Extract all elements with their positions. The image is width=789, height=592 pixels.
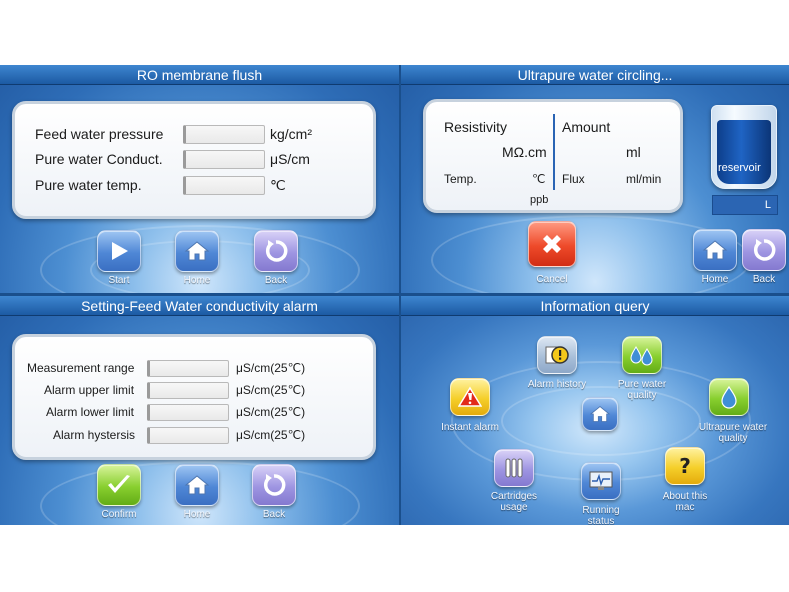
home-button[interactable] <box>175 464 219 506</box>
water-drops-icon <box>630 346 653 366</box>
pure-conduct-label: Pure water Conduct. <box>35 151 163 167</box>
info-query-panel: Information query Alarm history Pure wat… <box>401 296 789 525</box>
temp-label: Temp. <box>444 172 477 186</box>
home-button[interactable] <box>693 229 737 271</box>
home-caption: Home <box>183 509 211 520</box>
panel-title: Setting-Feed Water conductivity alarm <box>0 296 399 316</box>
flux-unit: ml/min <box>626 172 662 186</box>
feed-pressure-field <box>183 125 265 144</box>
back-arrow-icon <box>263 474 286 496</box>
reservoir-level-field: L <box>712 195 778 215</box>
pure-water-quality-button[interactable] <box>622 336 662 374</box>
resistivity-label: Resistivity <box>444 119 508 135</box>
alarm-history-caption: Alarm history <box>527 379 587 390</box>
back-button[interactable] <box>254 230 298 272</box>
ultrapure-water-quality-caption: Ultrapure water quality <box>698 422 768 444</box>
start-button[interactable] <box>97 230 141 272</box>
pure-temp-unit: ℃ <box>270 177 286 193</box>
hysteresis-label: Alarm hystersis <box>53 428 136 442</box>
home-icon <box>702 240 728 260</box>
back-caption: Back <box>752 274 776 285</box>
home-icon <box>184 241 210 261</box>
back-arrow-icon <box>753 239 776 261</box>
measurement-range-unit: μS/cm(25℃) <box>236 361 306 375</box>
upper-limit-field[interactable] <box>147 382 229 399</box>
home-caption: Home <box>183 275 211 286</box>
feed-pressure-label: Feed water pressure <box>35 126 164 142</box>
flux-label: Flux <box>562 172 585 186</box>
measurement-range-field[interactable] <box>147 360 229 377</box>
warning-icon <box>458 386 482 407</box>
circling-panel: Ultrapure water circling... Resistivity … <box>401 65 789 293</box>
running-status-caption: Running status <box>582 505 620 525</box>
back-button[interactable] <box>252 464 296 506</box>
lower-limit-field[interactable] <box>147 404 229 421</box>
alarm-setting-card: Measurement range μS/cm(25℃) Alarm upper… <box>12 334 376 460</box>
play-icon <box>112 242 128 260</box>
ppb-unit: ppb <box>530 194 549 206</box>
lower-limit-label: Alarm lower limit <box>46 405 135 419</box>
amount-unit: ml <box>626 144 641 160</box>
pure-conduct-field <box>183 150 265 169</box>
about-button[interactable]: ? <box>665 447 705 485</box>
panel-title: RO membrane flush <box>0 65 399 85</box>
pure-water-quality-caption: Pure water quality <box>617 379 667 401</box>
start-caption: Start <box>108 275 130 286</box>
close-icon <box>543 235 561 253</box>
alarm-history-button[interactable] <box>537 336 577 374</box>
alarm-history-icon <box>545 346 569 364</box>
home-icon <box>184 475 210 495</box>
reservoir-label: reservoir <box>718 162 761 174</box>
ro-flush-panel: RO membrane flush Feed water pressure kg… <box>0 65 399 293</box>
confirm-button[interactable] <box>97 464 141 506</box>
reservoir-beaker: reservoir <box>711 105 777 189</box>
question-mark-icon: ? <box>679 454 691 478</box>
checkmark-icon <box>108 475 130 493</box>
resistivity-unit: MΩ.cm <box>502 144 547 160</box>
readout-card: Resistivity MΩ.cm Temp. ℃ ppb Amount ml … <box>423 99 683 213</box>
back-caption: Back <box>264 275 288 286</box>
cartridges-icon <box>505 458 523 478</box>
cancel-caption: Cancel <box>536 274 568 285</box>
svg-text:?: ? <box>679 454 691 478</box>
amount-label: Amount <box>562 119 611 135</box>
feed-pressure-unit: kg/cm² <box>270 126 312 142</box>
column-divider <box>553 114 555 190</box>
about-caption: About this mac <box>662 491 708 513</box>
panel-title: Information query <box>401 296 789 316</box>
pure-conduct-unit: μS/cm <box>270 151 310 167</box>
parameter-card: Feed water pressure kg/cm² Pure water Co… <box>12 101 376 219</box>
running-status-button[interactable] <box>581 462 621 500</box>
confirm-caption: Confirm <box>101 509 137 520</box>
instant-alarm-caption: Instant alarm <box>441 422 499 433</box>
temp-unit: ℃ <box>532 172 546 186</box>
reservoir-unit: L <box>764 199 771 211</box>
water-drop-icon <box>721 385 737 409</box>
upper-limit-label: Alarm upper limit <box>44 383 135 397</box>
home-button[interactable] <box>175 230 219 272</box>
hysteresis-unit: μS/cm(25℃) <box>236 428 306 442</box>
back-button[interactable] <box>742 229 786 271</box>
lower-limit-unit: μS/cm(25℃) <box>236 405 306 419</box>
cancel-button[interactable] <box>528 221 576 267</box>
hysteresis-field[interactable] <box>147 427 229 444</box>
upper-limit-unit: μS/cm(25℃) <box>236 383 306 397</box>
pure-temp-label: Pure water temp. <box>35 177 142 193</box>
cartridges-usage-caption: Cartridges usage <box>490 491 538 513</box>
instant-alarm-button[interactable] <box>450 378 490 416</box>
measurement-range-label: Measurement range <box>27 361 135 375</box>
home-button[interactable] <box>582 397 618 431</box>
panel-title: Ultrapure water circling... <box>401 65 789 85</box>
home-caption: Home <box>701 274 729 285</box>
monitor-icon <box>589 471 613 490</box>
ultrapure-water-quality-button[interactable] <box>709 378 749 416</box>
alarm-setting-panel: Setting-Feed Water conductivity alarm Me… <box>0 296 399 525</box>
home-icon <box>589 405 611 422</box>
back-caption: Back <box>262 509 286 520</box>
pure-temp-field <box>183 176 265 195</box>
cartridges-usage-button[interactable] <box>494 449 534 487</box>
reservoir-water <box>717 120 771 184</box>
back-arrow-icon <box>265 240 288 262</box>
